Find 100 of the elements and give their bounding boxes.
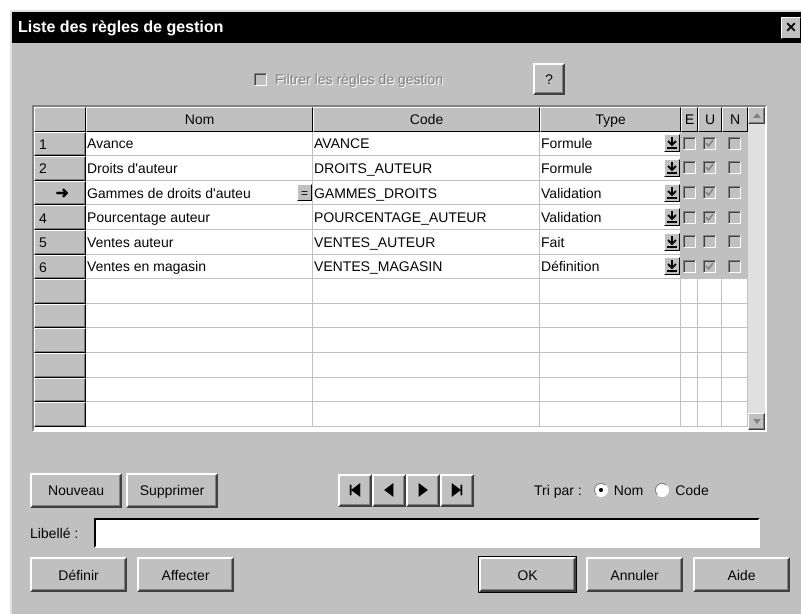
column-header[interactable]: E xyxy=(681,107,698,132)
libelle-field[interactable] xyxy=(94,518,760,548)
current-row-marker[interactable]: ➜ xyxy=(34,180,86,206)
row-number[interactable]: 1 xyxy=(34,132,86,156)
empty-cell xyxy=(698,378,722,402)
action-button[interactable]: Affecter xyxy=(137,557,234,592)
table-cell: Avance xyxy=(86,132,313,156)
checkbox[interactable] xyxy=(728,136,741,150)
column-header[interactable]: U xyxy=(698,107,722,132)
table-cell: Droits d'auteur xyxy=(86,156,313,181)
column-header[interactable]: Type xyxy=(540,107,681,132)
checkbox[interactable] xyxy=(728,161,741,174)
dropdown-button[interactable] xyxy=(664,232,680,251)
dropdown-button[interactable] xyxy=(664,158,680,177)
row-number[interactable]: 5 xyxy=(34,230,86,255)
libelle-label: Libellé : xyxy=(30,525,78,541)
table-cell: Pourcentage auteur xyxy=(86,205,313,230)
scrollbar[interactable] xyxy=(748,107,765,430)
row-number[interactable]: 6 xyxy=(34,254,86,280)
triangle-right-icon xyxy=(416,482,430,498)
checkbox[interactable] xyxy=(682,235,696,248)
table-cell: GAMMES_DROITS xyxy=(313,180,540,206)
empty-cell xyxy=(681,304,698,328)
row-header[interactable] xyxy=(34,279,86,304)
checkbox[interactable] xyxy=(682,161,696,174)
edit-button[interactable]: = xyxy=(297,184,312,202)
empty-cell xyxy=(681,352,698,378)
skip-back-icon xyxy=(348,482,362,498)
corner-header xyxy=(34,107,86,132)
empty-cell xyxy=(681,328,698,353)
filter-label: Filtrer les règles de gestion xyxy=(275,71,444,87)
triangle-left-icon xyxy=(382,482,396,498)
dropdown-button[interactable] xyxy=(664,257,680,276)
column-header[interactable]: Nom xyxy=(86,107,313,132)
table-cell: Validation xyxy=(540,180,681,206)
table-cell: Validation xyxy=(540,205,681,230)
row-header[interactable] xyxy=(34,304,86,328)
row-header[interactable] xyxy=(34,352,86,378)
checkbox[interactable] xyxy=(703,235,716,248)
dialog-button[interactable]: OK xyxy=(479,557,576,592)
row-header[interactable] xyxy=(34,328,86,353)
navigation-button[interactable] xyxy=(372,474,406,506)
sort-radio[interactable]: Code xyxy=(655,482,709,498)
navigation-button[interactable] xyxy=(406,474,440,506)
row-header[interactable] xyxy=(34,402,86,427)
empty-cell xyxy=(698,304,722,328)
dialog-button[interactable]: Aide xyxy=(693,557,790,592)
table-cell: DROITS_AUTEUR xyxy=(313,156,540,181)
radio-dot[interactable] xyxy=(594,483,608,497)
row-header[interactable] xyxy=(34,378,86,402)
window-title: Liste des règles de gestion xyxy=(18,18,224,36)
table-cell: Fait xyxy=(540,230,681,255)
checkbox[interactable] xyxy=(703,161,716,174)
sort-radio[interactable]: Nom xyxy=(594,482,644,498)
table-cell: Gammes de droits d'auteu = xyxy=(86,180,313,206)
help-button[interactable]: ? xyxy=(533,63,566,95)
row-number[interactable]: 2 xyxy=(34,156,86,181)
checkbox[interactable] xyxy=(682,260,696,273)
navigation-button[interactable] xyxy=(440,474,474,506)
dropdown-button[interactable] xyxy=(664,184,680,202)
scroll-up-button[interactable] xyxy=(748,107,765,124)
empty-cell xyxy=(698,352,722,378)
table-cell: AVANCE xyxy=(313,132,540,156)
empty-cell xyxy=(698,328,722,353)
checkbox[interactable] xyxy=(703,260,716,273)
navigation-button[interactable] xyxy=(338,474,372,506)
row-number[interactable]: 4 xyxy=(34,205,86,230)
dropdown-button[interactable] xyxy=(664,208,680,226)
triangle-up-icon xyxy=(752,113,760,118)
checkbox[interactable] xyxy=(728,260,741,273)
table-cell: Formule xyxy=(540,132,681,156)
table-cell: Ventes en magasin xyxy=(86,254,313,280)
dropdown-button[interactable] xyxy=(664,134,680,152)
new-button[interactable]: Nouveau xyxy=(30,472,122,508)
close-button[interactable]: × xyxy=(781,16,801,38)
scroll-down-button[interactable] xyxy=(748,413,765,430)
triangle-down-icon xyxy=(752,419,760,424)
checkbox[interactable] xyxy=(682,136,696,150)
radio-dot[interactable] xyxy=(655,483,670,497)
checkbox[interactable] xyxy=(703,136,716,150)
checkbox[interactable] xyxy=(728,186,741,200)
checkbox[interactable] xyxy=(682,186,696,200)
radio-label: Code xyxy=(675,482,709,498)
table-cell: VENTES_MAGASIN xyxy=(313,254,540,280)
table-cell: POURCENTAGE_AUTEUR xyxy=(313,205,540,230)
sort-label: Tri par : xyxy=(534,482,582,498)
delete-button[interactable]: Supprimer xyxy=(126,472,218,508)
checkbox[interactable] xyxy=(682,210,696,224)
checkbox[interactable] xyxy=(703,210,716,224)
dialog-button[interactable]: Annuler xyxy=(586,557,683,592)
checkbox[interactable] xyxy=(703,186,716,200)
column-header[interactable]: N xyxy=(722,107,748,132)
checkbox[interactable] xyxy=(728,235,741,248)
empty-cell xyxy=(698,402,722,427)
empty-cell xyxy=(681,402,698,427)
action-button[interactable]: Définir xyxy=(30,557,127,592)
radio-label: Nom xyxy=(614,482,644,498)
column-header[interactable]: Code xyxy=(313,107,540,132)
checkbox[interactable] xyxy=(728,210,741,224)
table-cell: Formule xyxy=(540,156,681,181)
